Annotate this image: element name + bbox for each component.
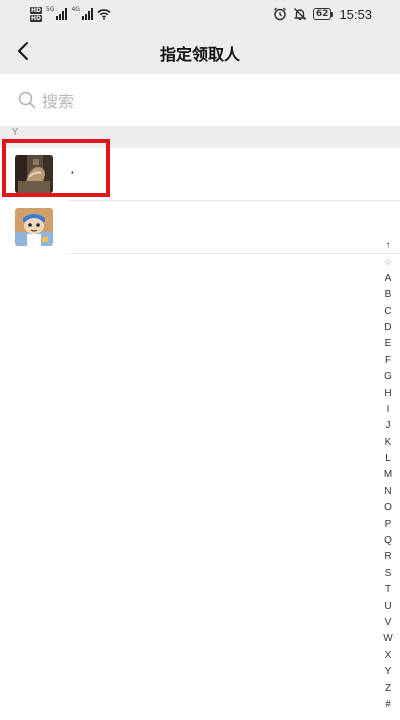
contact-row[interactable]: · <box>0 148 400 200</box>
index-letter[interactable]: R <box>384 549 391 565</box>
index-letter[interactable]: I <box>387 402 390 418</box>
index-letter[interactable]: L <box>385 451 391 467</box>
index-letter[interactable]: V <box>385 615 392 631</box>
avatar <box>15 155 53 193</box>
nav-header: 指定领取人 <box>0 28 400 74</box>
cartoon-avatar-icon <box>15 208 53 246</box>
index-letter[interactable]: E <box>385 336 392 352</box>
index-letter[interactable]: Q <box>384 533 392 549</box>
status-bar-signals: HD HD 5G 4G <box>30 4 111 24</box>
contact-row[interactable] <box>0 201 400 253</box>
index-letter[interactable]: Y <box>385 664 392 680</box>
search-icon <box>18 91 36 109</box>
status-bar-right: 62 15:53 <box>273 5 372 23</box>
index-letter[interactable]: K <box>385 435 392 451</box>
index-letter[interactable]: N <box>384 484 391 500</box>
index-letter[interactable]: O <box>384 500 392 516</box>
index-letter[interactable]: B <box>385 287 392 303</box>
mute-notification-icon <box>293 8 307 20</box>
photo-avatar-icon <box>15 155 53 193</box>
avatar <box>15 208 53 246</box>
index-letter[interactable]: S <box>385 566 392 582</box>
status-bar: HD HD 5G 4G 62 15:53 <box>0 0 400 28</box>
battery-level: 62 <box>312 8 332 20</box>
index-letter[interactable]: D <box>384 320 391 336</box>
index-letter[interactable]: F <box>385 353 391 369</box>
search-placeholder: 搜索 <box>42 92 75 111</box>
section-header: Y <box>0 126 400 148</box>
alarm-icon <box>273 7 286 21</box>
index-letter[interactable]: C <box>384 304 391 320</box>
search-input[interactable]: 搜索 <box>0 74 400 126</box>
network-type-label: 4G <box>71 6 80 13</box>
index-letter[interactable]: U <box>384 599 391 615</box>
index-letter[interactable]: Z <box>385 681 391 697</box>
index-letter[interactable]: M <box>384 467 392 483</box>
hd-badge: HD <box>30 14 43 22</box>
index-letter[interactable]: P <box>385 517 392 533</box>
signal-strength-icon <box>81 8 93 20</box>
index-letter[interactable]: ☆ <box>384 254 392 270</box>
wifi-icon <box>97 9 111 20</box>
section-letter: Y <box>12 127 19 138</box>
index-letter[interactable]: # <box>385 697 391 713</box>
index-letter[interactable]: T <box>385 582 391 598</box>
alphabet-index-bar[interactable]: ↑ ☆ A B C D E F G H I J K L M N O P Q R S T U V W X Y Z # <box>380 238 396 713</box>
index-letter[interactable]: J <box>386 418 391 434</box>
index-letter[interactable]: ↑ <box>386 238 391 254</box>
contact-name: · <box>70 164 75 182</box>
index-letter[interactable]: H <box>384 386 391 402</box>
status-time: 15:53 <box>339 6 372 22</box>
network-type-label: 5G <box>46 6 55 13</box>
index-letter[interactable]: G <box>384 369 392 385</box>
row-divider <box>68 253 400 254</box>
index-letter[interactable]: A <box>385 271 392 287</box>
page-title: 指定领取人 <box>159 45 240 64</box>
index-letter[interactable]: X <box>385 648 392 664</box>
battery-icon: 62 <box>312 8 334 20</box>
index-letter[interactable]: W <box>383 631 392 647</box>
signal-strength-icon <box>56 8 68 20</box>
sim-badges: HD HD <box>30 6 43 22</box>
hd-badge: HD <box>30 6 43 14</box>
